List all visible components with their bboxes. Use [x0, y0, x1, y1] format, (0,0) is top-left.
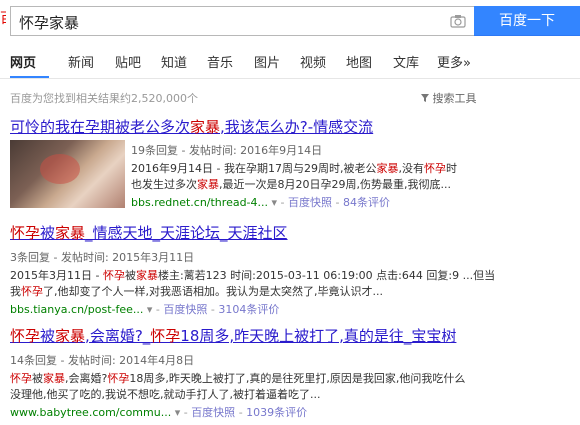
tab-more[interactable]: 更多» — [437, 52, 471, 71]
result-meta: 14条回复 - 发帖时间: 2014年4月8日 — [10, 354, 195, 367]
url-dropdown-icon[interactable]: ▾ — [272, 196, 278, 209]
search-result: 怀孕被家暴_情感天地_天涯论坛_天涯社区 3条回复 - 发帖时间: 2015年3… — [10, 222, 570, 316]
snapshot-link[interactable]: 百度快照 — [191, 406, 235, 419]
title-text[interactable]: ,我该怎么办?-情感交流 — [220, 118, 373, 136]
result-thumbnail[interactable] — [10, 140, 125, 208]
title-text[interactable]: 可怜的我在孕期被老公多次 — [10, 118, 190, 136]
search-input[interactable]: 怀孕家暴 — [10, 6, 474, 36]
tab-news[interactable]: 新闻 — [68, 52, 94, 71]
search-tools-button[interactable]: 搜索工具 — [421, 90, 477, 106]
baidu-logo-fragment[interactable]: 百 — [0, 10, 6, 28]
result-count: 百度为您找到相关结果约2,520,000个 — [10, 92, 198, 105]
funnel-icon — [421, 94, 429, 102]
tab-images[interactable]: 图片 — [254, 52, 280, 71]
result-meta: 19条回复 - 发帖时间: 2016年9月14日 — [131, 144, 323, 157]
result-url[interactable]: www.babytree.com/commu... — [10, 406, 171, 419]
result-snippet: 怀孕被家暴,会离婚?怀孕18周多,昨天晚上被打了,真的是往死里打,原因是我回家,… — [10, 372, 466, 401]
search-result: 可怜的我在孕期被老公多次家暴,我该怎么办?-情感交流 19条回复 - 发帖时间:… — [10, 116, 570, 211]
search-result: 怀孕被家暴,会离婚?_怀孕18周多,昨天晚上被打了,真的是往_宝宝树 14条回复… — [10, 325, 570, 420]
result-url-line: www.babytree.com/commu... ▾ - 百度快照 - 103… — [10, 406, 308, 419]
url-dropdown-icon[interactable]: ▾ — [147, 303, 153, 316]
tab-map[interactable]: 地图 — [346, 52, 372, 71]
active-tab-indicator — [10, 76, 49, 78]
reviews-link[interactable]: 3104条评价 — [218, 303, 279, 316]
search-query[interactable]: 怀孕家暴 — [19, 12, 79, 33]
header: 百 怀孕家暴 百度一下 — [0, 0, 580, 40]
result-url[interactable]: bbs.rednet.cn/thread-4... — [131, 196, 268, 209]
tab-zhidao[interactable]: 知道 — [161, 52, 187, 71]
search-tools-label: 搜索工具 — [432, 92, 477, 105]
result-url-line: bbs.tianya.cn/post-fee... ▾ - 百度快照 - 310… — [10, 303, 280, 316]
url-dropdown-icon[interactable]: ▾ — [175, 406, 181, 419]
snapshot-link[interactable]: 百度快照 — [163, 303, 207, 316]
result-title-link[interactable]: 怀孕被家暴_情感天地_天涯论坛_天涯社区 — [10, 222, 570, 243]
tab-wenku[interactable]: 文库 — [393, 52, 419, 71]
reviews-link[interactable]: 84条评价 — [343, 196, 390, 209]
result-title-link[interactable]: 可怜的我在孕期被老公多次家暴,我该怎么办?-情感交流 — [10, 116, 570, 137]
result-snippet: 2016年9月14日 - 我在孕期17周与29周时,被老公家暴,没有怀孕时 也发… — [131, 162, 457, 191]
search-button[interactable]: 百度一下 — [474, 6, 580, 36]
title-highlight[interactable]: 家暴 — [190, 118, 220, 136]
tab-video[interactable]: 视频 — [300, 52, 326, 71]
tab-tieba[interactable]: 贴吧 — [115, 52, 141, 71]
result-snippet: 2015年3月11日 - 怀孕被家暴楼主:蓠若123 时间:2015-03-11… — [10, 269, 496, 298]
reviews-link[interactable]: 1039条评价 — [246, 406, 307, 419]
tab-music[interactable]: 音乐 — [207, 52, 233, 71]
camera-icon[interactable] — [450, 14, 466, 28]
tab-web[interactable]: 网页 — [10, 52, 36, 71]
result-url[interactable]: bbs.tianya.cn/post-fee... — [10, 303, 143, 316]
tab-bar: 网页 新闻 贴吧 知道 音乐 图片 视频 地图 文库 更多» — [0, 44, 580, 79]
result-meta: 3条回复 - 发帖时间: 2015年3月11日 — [10, 251, 195, 264]
snapshot-link[interactable]: 百度快照 — [288, 196, 332, 209]
result-url-line: bbs.rednet.cn/thread-4... ▾ - 百度快照 - 84条… — [131, 196, 390, 209]
result-title-link[interactable]: 怀孕被家暴,会离婚?_怀孕18周多,昨天晚上被打了,真的是往_宝宝树 — [10, 325, 570, 346]
